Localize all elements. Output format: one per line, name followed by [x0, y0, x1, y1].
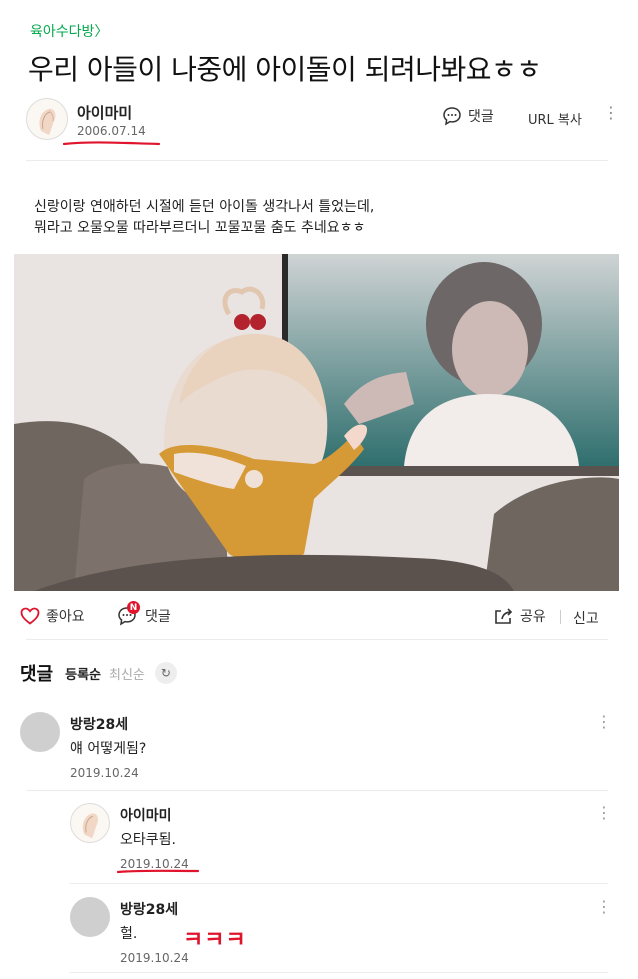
speech-bubble-icon	[443, 107, 461, 126]
report-button[interactable]: 신고	[573, 608, 599, 628]
red-underline-annotation	[62, 141, 161, 146]
heart-icon	[20, 607, 40, 625]
refresh-icon[interactable]: ↻	[154, 662, 177, 684]
sort-option-registered[interactable]: 등록순	[65, 664, 101, 683]
share-icon	[495, 608, 513, 624]
comment-divider	[70, 972, 608, 973]
avatar[interactable]	[20, 712, 60, 752]
more-options-icon[interactable]: ⋮	[603, 105, 619, 121]
share-button[interactable]: 공유	[494, 606, 546, 626]
avatar[interactable]	[70, 803, 110, 843]
avatar-illustration	[82, 813, 99, 839]
sort-option-latest[interactable]: 최신순	[109, 664, 145, 683]
url-copy-button[interactable]: URL 복사	[528, 109, 582, 128]
header-divider	[26, 160, 608, 161]
chevron-right-icon: 〉	[94, 24, 109, 40]
comment-text: 오타쿠됨.	[120, 832, 176, 848]
more-options-icon[interactable]: ⋮	[596, 899, 612, 915]
baby-watching-tv-drawing	[14, 254, 619, 591]
post-action-bar: 좋아요 N 댓글 공유 신고	[20, 601, 608, 630]
share-label: 공유	[520, 609, 546, 625]
handwritten-annotation: ㅋㅋㅋ	[183, 928, 247, 953]
comment-button[interactable]: N 댓글	[117, 601, 171, 626]
post-date: 2006.07.14	[77, 124, 146, 138]
author-name[interactable]: 아이마미	[77, 102, 132, 123]
post-body-line: 신랑이랑 연애하던 시절에 듣던 아이돌 생각나서 틀었는데,	[34, 199, 375, 215]
actions-divider	[26, 639, 608, 640]
comment-text: 헐.	[120, 926, 138, 942]
comment-reply-item: 방랑28세 헐. 2019.10.24 ⋮	[70, 897, 612, 967]
comments-header: 댓글 등록순 최신순 ↻	[20, 660, 177, 686]
author-avatar[interactable]	[26, 98, 68, 140]
more-options-icon[interactable]: ⋮	[596, 714, 612, 730]
comments-title: 댓글	[20, 664, 54, 685]
comment-date: 2019.10.24	[120, 951, 189, 965]
comment-text: 얘 어떻게됨?	[70, 741, 147, 757]
more-options-icon[interactable]: ⋮	[596, 805, 612, 821]
comment-label: 댓글	[145, 609, 171, 625]
comment-author[interactable]: 방랑28세	[70, 714, 128, 734]
comment-date: 2019.10.24	[70, 766, 139, 780]
comment-icon-wrap: N	[117, 601, 140, 626]
action-separator	[560, 610, 561, 624]
like-label: 좋아요	[46, 609, 85, 625]
header-comment-button[interactable]: 댓글	[442, 106, 494, 126]
comment-author[interactable]: 방랑28세	[120, 899, 178, 919]
post-body: 신랑이랑 연애하던 시절에 듣던 아이돌 생각나서 틀었는데, 뭐라고 오물오물…	[34, 197, 374, 239]
board-link[interactable]: 육아수다방〉	[30, 21, 108, 41]
board-link-label: 육아수다방	[30, 24, 95, 40]
like-button[interactable]: 좋아요	[20, 606, 85, 626]
comment-reply-item: 아이마미 오타쿠됨. 2019.10.24 ⋮	[70, 803, 612, 873]
comment-divider	[70, 883, 608, 884]
post-body-line: 뭐라고 오물오물 따라부르더니 꼬물꼬물 춤도 추네요ㅎㅎ	[34, 220, 366, 236]
comment-item: 방랑28세 얘 어떻게됨? 2019.10.24 ⋮	[20, 712, 612, 782]
new-badge: N	[127, 601, 140, 614]
header-comment-label: 댓글	[468, 109, 494, 125]
red-underline-annotation	[116, 869, 200, 874]
avatar-illustration	[39, 108, 56, 135]
comment-divider	[26, 790, 608, 791]
post-title: 우리 아들이 나중에 아이돌이 되려나봐요ㅎㅎ	[28, 53, 542, 86]
post-illustration	[14, 254, 619, 591]
comment-author[interactable]: 아이마미	[120, 805, 172, 825]
avatar[interactable]	[70, 897, 110, 937]
